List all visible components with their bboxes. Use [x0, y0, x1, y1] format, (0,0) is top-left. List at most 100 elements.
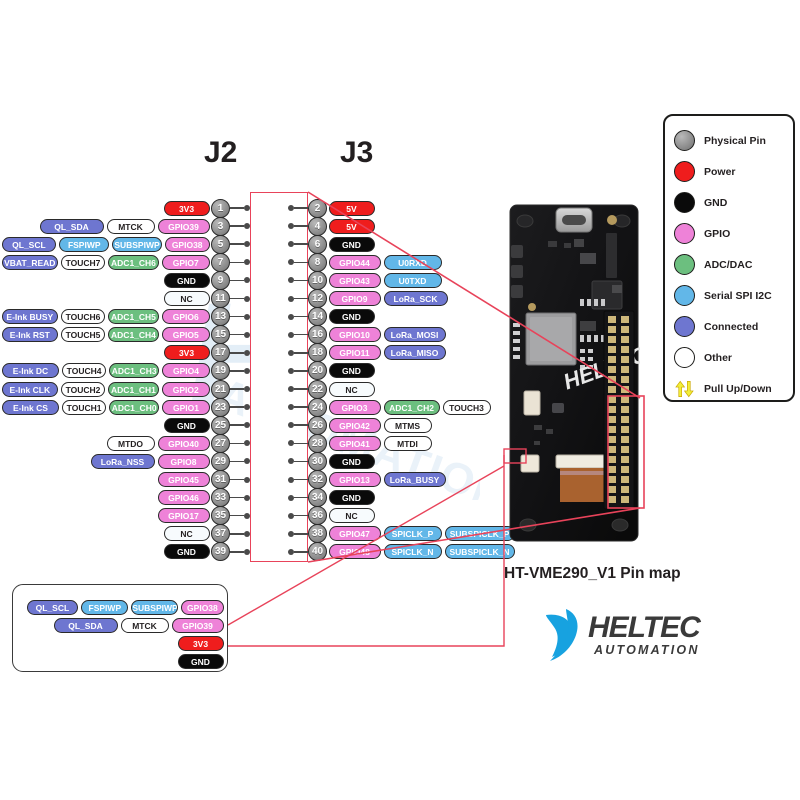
legend-swatch-connected: [674, 316, 695, 337]
pin-lead: [230, 207, 244, 209]
pin-number: 34: [308, 488, 327, 508]
j2-pin-row: VBAT_READ TOUCH7 ADC1_CH6 GPIO7 7: [0, 252, 250, 272]
legend-item-gpio: GPIO: [665, 218, 793, 249]
j2-pin-row: E-Ink CS TOUCH1 ADC1_CH0 GPIO1 23: [0, 397, 250, 417]
pin-lead: [230, 297, 244, 300]
pin-number: 1: [211, 198, 230, 218]
pin-number: 29: [211, 451, 230, 471]
pin-lead: [230, 370, 244, 372]
pin-label-other: MTMS: [383, 417, 432, 433]
pin-label-conn: VBAT_READ: [1, 254, 59, 270]
pin-label-gpio: GPIO43: [328, 272, 381, 288]
pin-dot: [244, 331, 250, 338]
pin-label-gpio: GPIO3: [328, 399, 381, 415]
pin-dot: [244, 548, 250, 555]
pin-lead: [294, 315, 308, 318]
pin-label-adc: ADC1_CH0: [108, 399, 160, 415]
pin-label-other: TOUCH5: [61, 327, 105, 343]
legend-swatch-adc-dac: [674, 254, 695, 275]
pin-lead: [230, 279, 244, 282]
inset-pin-row: 3V3: [25, 635, 225, 651]
pin-number: 38: [308, 524, 327, 544]
pin-label-conn: E-Ink CS: [1, 399, 60, 415]
pin-dot: [244, 241, 250, 248]
j2-pin-row: GND 25: [0, 415, 250, 435]
pin-label-gpio: GPIO41: [328, 435, 381, 451]
pin-dot: [244, 476, 250, 483]
pin-label-gnd: GND: [163, 417, 210, 433]
pin-lead: [294, 442, 308, 445]
logo-wordmark: HELTEC: [588, 611, 701, 644]
pin-lead: [294, 406, 308, 408]
pin-number: 13: [211, 307, 230, 327]
header-j2: J2: [204, 136, 238, 169]
inset-pin-row: GND: [25, 653, 225, 669]
pin-number: 12: [308, 289, 327, 308]
legend-label: Pull Up/Down: [704, 382, 772, 395]
heltec-logo: HELTEC AUTOMATION: [536, 607, 726, 663]
j2-pin-row: NC 11: [0, 289, 250, 308]
pin-lead: [294, 388, 308, 390]
pin-label-spi: SUBSPIWP: [131, 599, 179, 615]
pin-label-nc: NC: [163, 291, 210, 306]
pin-label-conn: QL_SCL: [1, 236, 57, 252]
pin-number: 31: [211, 470, 230, 489]
pin-number: 10: [308, 270, 327, 290]
pin-label-other: MTDI: [383, 435, 432, 451]
pin-lead: [294, 279, 308, 282]
pin-dot: [244, 458, 250, 465]
pin-dot: [244, 349, 250, 356]
legend-label: ADC/DAC: [704, 258, 753, 271]
pin-dot: [244, 512, 250, 519]
pin-label-gpio: GPIO4: [162, 363, 210, 379]
inset-detail-box: QL_SCL FSPIWP SUBSPIWP GPIO38 QL_SDA MTCK GPIO…: [12, 584, 228, 672]
pin-label-conn: QL_SDA: [53, 617, 118, 633]
pin-label-adc: ADC1_CH6: [107, 254, 160, 270]
legend-item-physical-pin: Physical Pin: [665, 125, 793, 156]
pin-lead: [230, 442, 244, 445]
legend-item-power: Power: [665, 156, 793, 187]
pin-label-adc: ADC1_CH2: [383, 399, 440, 415]
pin-label-conn: LoRa_NSS: [90, 453, 155, 469]
legend-item-adc-dac: ADC/DAC: [665, 249, 793, 280]
pin-dot: [244, 205, 250, 211]
legend-label: Power: [704, 165, 736, 178]
pin-label-gpio: GPIO17: [157, 508, 210, 524]
j2-pin-row: GND 9: [0, 270, 250, 290]
pin-lead: [294, 514, 308, 517]
pin-label-other: TOUCH1: [62, 399, 106, 415]
pin-label-conn: LoRa_BUSY: [383, 472, 446, 487]
pin-label-gnd: GND: [163, 272, 210, 288]
pin-label-conn: E-Ink BUSY: [1, 309, 59, 325]
inset-pin-row: QL_SDA MTCK GPIO39: [25, 617, 225, 633]
pin-label-conn: LoRa_MOSI: [383, 327, 446, 343]
pin-lead: [230, 388, 244, 390]
pin-dot: [244, 259, 250, 266]
j2-pin-row: GND 39: [0, 542, 250, 562]
pin-label-gnd: GND: [163, 544, 210, 560]
pin-number: 40: [308, 542, 327, 562]
pin-label-spi: SUBSPICLK_N: [444, 544, 515, 560]
pin-label-nc: NC: [328, 508, 375, 524]
j2-pin-row: E-Ink RST TOUCH5 ADC1_CH4 GPIO5 15: [0, 325, 250, 345]
pin-lead: [230, 225, 244, 227]
legend-label: GPIO: [704, 227, 731, 240]
legend-swatch-gpio: [674, 223, 695, 244]
pin-label-gpio: GPIO9: [328, 291, 381, 306]
pin-number: 21: [211, 379, 230, 399]
j2-pin-row: GPIO46 33: [0, 488, 250, 508]
logo-subtitle: AUTOMATION: [594, 643, 700, 657]
pin-dot: [244, 404, 250, 411]
j2-pin-row: 3V3 17: [0, 343, 250, 363]
pin-label-nc: NC: [328, 381, 375, 397]
legend-swatch-physical-pin: [674, 130, 695, 151]
pin-lead: [230, 551, 244, 553]
pin-label-pwr: 5V: [328, 200, 375, 216]
j2-pin-row: GPIO17 35: [0, 506, 250, 526]
pin-label-other: TOUCH2: [61, 381, 105, 397]
pin-label-conn: LoRa_SCK: [383, 291, 448, 306]
pin-label-gpio: GPIO45: [157, 472, 210, 487]
pin-label-spi: SPICLK_P: [383, 526, 442, 542]
pin-number: 22: [308, 379, 327, 399]
pin-dot: [244, 494, 250, 501]
